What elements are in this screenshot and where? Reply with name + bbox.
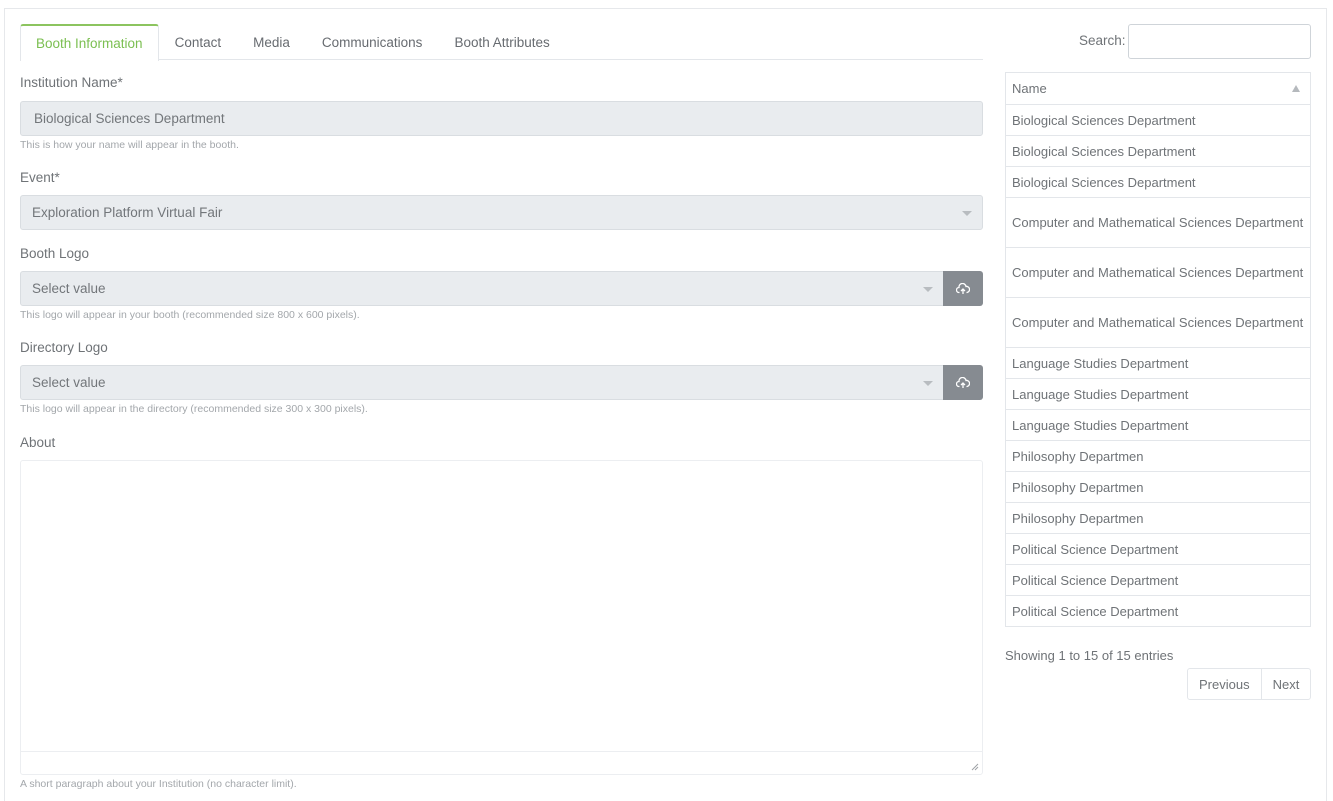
table-cell: Language Studies Department [1005,347,1311,379]
table-row[interactable]: Computer and Mathematical Sciences Depar… [1005,247,1311,298]
search-label: Search: [1079,33,1126,48]
table-row[interactable]: Philosophy Departmen [1005,502,1311,534]
cloud-upload-icon [956,282,970,294]
directory-logo-help: This logo will appear in the directory (… [20,403,368,415]
table-cell: Philosophy Departmen [1005,502,1311,534]
table-cell: Computer and Mathematical Sciences Depar… [1005,297,1311,348]
about-help: A short paragraph about your Institution… [20,778,297,790]
table-row[interactable]: Philosophy Departmen [1005,471,1311,503]
institution-name-value: Biological Sciences Department [34,111,225,126]
table-row[interactable]: Political Science Department [1005,533,1311,565]
cloud-upload-icon [956,376,970,388]
table-cell: Political Science Department [1005,564,1311,596]
editor-status-bar [21,751,982,752]
institution-name-help: This is how your name will appear in the… [20,139,239,151]
table-cell: Computer and Mathematical Sciences Depar… [1005,247,1311,298]
chevron-down-icon [962,211,972,216]
table-cell: Language Studies Department [1005,409,1311,441]
booth-logo-help: This logo will appear in your booth (rec… [20,309,360,321]
booth-logo-select[interactable]: Select value [20,271,944,306]
table-cell: Political Science Department [1005,533,1311,565]
table-row[interactable]: Computer and Mathematical Sciences Depar… [1005,297,1311,348]
table-row[interactable]: Biological Sciences Department [1005,166,1311,198]
tab-communications[interactable]: Communications [306,24,439,60]
tab-booth-information[interactable]: Booth Information [20,24,159,61]
institution-name-input[interactable]: Biological Sciences Department [20,101,983,136]
resize-handle-icon[interactable] [971,763,979,771]
directory-logo-label: Directory Logo [20,340,108,355]
tab-contact[interactable]: Contact [159,24,238,60]
table-cell: Political Science Department [1005,595,1311,627]
directory-logo-placeholder: Select value [32,375,106,390]
table-row[interactable]: Political Science Department [1005,595,1311,627]
booth-logo-label: Booth Logo [20,246,90,261]
table-cell: Computer and Mathematical Sciences Depar… [1005,197,1311,248]
table-row[interactable]: Language Studies Department [1005,378,1311,410]
name-column-label: Name [1012,81,1047,96]
pagination: Previous Next [1187,668,1312,700]
event-value: Exploration Platform Virtual Fair [32,205,223,220]
tab-bar: Booth Information Contact Media Communic… [20,24,983,61]
table-row[interactable]: Computer and Mathematical Sciences Depar… [1005,197,1311,248]
table-row[interactable]: Biological Sciences Department [1005,135,1311,167]
about-textarea[interactable] [20,460,983,775]
directory-logo-select[interactable]: Select value [20,365,944,400]
tab-media[interactable]: Media [237,24,306,60]
institution-table: Name Biological Sciences Department Biol… [1005,72,1311,627]
sort-ascending-icon [1292,85,1300,92]
about-label: About [20,435,56,450]
search-input[interactable] [1128,24,1311,59]
directory-logo-upload-button[interactable] [943,365,983,400]
booth-logo-placeholder: Select value [32,281,106,296]
event-label: Event* [20,170,60,185]
table-cell: Biological Sciences Department [1005,135,1311,167]
name-column-header[interactable]: Name [1005,72,1311,105]
table-row[interactable]: Language Studies Department [1005,347,1311,379]
table-row[interactable]: Biological Sciences Department [1005,104,1311,136]
next-page-button[interactable]: Next [1260,669,1311,699]
chevron-down-icon [923,381,933,386]
previous-page-button[interactable]: Previous [1188,669,1261,699]
table-cell: Philosophy Departmen [1005,440,1311,472]
chevron-down-icon [923,287,933,292]
table-cell: Language Studies Department [1005,378,1311,410]
institution-name-label: Institution Name* [20,75,123,90]
table-row[interactable]: Language Studies Department [1005,409,1311,441]
table-cell: Biological Sciences Department [1005,104,1311,136]
table-cell: Philosophy Departmen [1005,471,1311,503]
table-row[interactable]: Philosophy Departmen [1005,440,1311,472]
event-select[interactable]: Exploration Platform Virtual Fair [20,195,983,230]
table-cell: Biological Sciences Department [1005,166,1311,198]
tab-booth-attributes[interactable]: Booth Attributes [438,24,565,60]
booth-logo-upload-button[interactable] [943,271,983,306]
table-info: Showing 1 to 15 of 15 entries [1005,648,1174,663]
table-row[interactable]: Political Science Department [1005,564,1311,596]
